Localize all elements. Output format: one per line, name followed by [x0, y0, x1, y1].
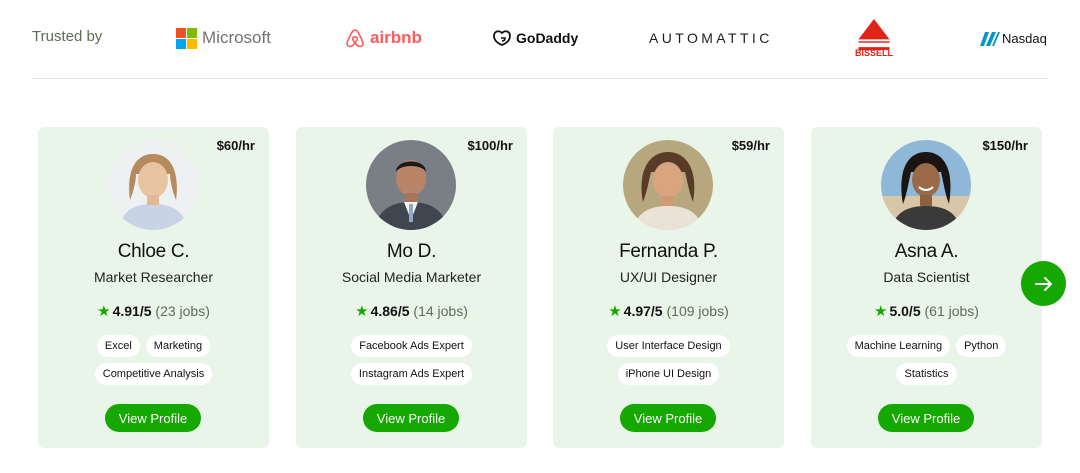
- freelancer-name: Mo D.: [386, 241, 437, 262]
- jobs-count: (109 jobs): [666, 303, 729, 319]
- skill-tag[interactable]: Statistics: [896, 363, 957, 385]
- skill-tag[interactable]: Excel: [96, 335, 140, 357]
- rating: ★ 5.0/5 (61 jobs): [811, 302, 1042, 320]
- skill-tags: Machine Learning Python Statistics: [819, 335, 1034, 385]
- rating-score: 4.91/5: [112, 303, 152, 319]
- godaddy-knot-icon: [493, 30, 511, 46]
- airbnb-belo-icon: [346, 29, 364, 48]
- hourly-rate: $100/hr: [467, 138, 513, 153]
- rating-score: 4.97/5: [623, 303, 663, 319]
- freelancer-card: $100/hr Mo D. Social Media Marketer ★ 4.8…: [296, 127, 527, 448]
- hourly-rate: $59/hr: [731, 138, 770, 153]
- freelancer-title: Data Scientist: [883, 269, 970, 285]
- freelancer-title: Social Media Marketer: [341, 269, 482, 285]
- automattic-logo: AUTOMATTIC: [649, 30, 773, 46]
- skill-tag[interactable]: Facebook Ads Expert: [351, 335, 472, 357]
- freelancer-card: $150/hr Asna A. Data Scientist ★ 5.0/5 (6…: [811, 127, 1042, 448]
- microsoft-logo: Microsoft: [176, 18, 271, 58]
- freelancer-title: Market Researcher: [93, 269, 214, 285]
- avatar: [108, 140, 198, 230]
- airbnb-logo: airbnb: [344, 18, 422, 58]
- skill-tag[interactable]: iPhone UI Design: [617, 363, 720, 385]
- skill-tags: Excel Marketing Competitive Analysis: [46, 335, 261, 385]
- avatar: [881, 140, 971, 230]
- microsoft-squares-icon: [176, 27, 197, 49]
- freelancer-name: Chloe C.: [117, 241, 190, 262]
- arrow-right-icon: [1034, 276, 1052, 291]
- freelancer-title: UX/UI Designer: [619, 269, 718, 285]
- skill-tags: Facebook Ads Expert Instagram Ads Expert: [304, 335, 519, 385]
- freelancer-card: $59/hr Fernanda P. UX/UI Designer ★ 4.97/…: [553, 127, 784, 448]
- freelancer-name: Asna A.: [894, 241, 959, 262]
- skill-tag[interactable]: Instagram Ads Expert: [350, 363, 473, 385]
- view-profile-button[interactable]: View Profile: [105, 404, 201, 432]
- jobs-count: (61 jobs): [924, 303, 979, 319]
- hourly-rate: $60/hr: [216, 138, 255, 153]
- hourly-rate: $150/hr: [982, 138, 1028, 153]
- star-icon: ★: [355, 303, 369, 320]
- view-profile-button[interactable]: View Profile: [620, 404, 716, 432]
- trusted-by-bar: Trusted by Microsoft airbnb GoDaddy AUTO…: [32, 0, 1048, 79]
- jobs-count: (14 jobs): [413, 303, 468, 319]
- rating-score: 4.86/5: [370, 303, 410, 319]
- skill-tags: User Interface Design iPhone UI Design: [561, 335, 776, 385]
- freelancer-name: Fernanda P.: [619, 241, 718, 262]
- star-icon: ★: [874, 303, 888, 320]
- skill-tag[interactable]: Machine Learning: [846, 335, 951, 357]
- rating: ★ 4.86/5 (14 jobs): [296, 302, 527, 320]
- skill-tag[interactable]: Competitive Analysis: [94, 363, 213, 385]
- view-profile-button[interactable]: View Profile: [363, 404, 459, 432]
- star-icon: ★: [97, 303, 111, 320]
- nasdaq-logo: Nasdaq: [978, 18, 1047, 58]
- rating: ★ 4.91/5 (23 jobs): [38, 302, 269, 320]
- star-icon: ★: [608, 303, 622, 320]
- rating: ★ 4.97/5 (109 jobs): [553, 302, 784, 320]
- rating-score: 5.0/5: [889, 303, 921, 319]
- avatar: [623, 140, 713, 230]
- avatar: [366, 140, 456, 230]
- skill-tag[interactable]: Python: [956, 335, 1007, 357]
- skill-tag[interactable]: Marketing: [145, 335, 211, 357]
- carousel-next-button[interactable]: [1021, 261, 1066, 306]
- view-profile-button[interactable]: View Profile: [878, 404, 974, 432]
- skill-tag[interactable]: User Interface Design: [607, 335, 730, 357]
- godaddy-logo: GoDaddy: [492, 18, 578, 58]
- bissell-triangle-icon: [858, 18, 890, 51]
- freelancer-card: $60/hr Chloe C. Market Researcher ★ 4.91/…: [38, 127, 269, 448]
- jobs-count: (23 jobs): [155, 303, 210, 319]
- trusted-by-label: Trusted by: [32, 28, 103, 45]
- bissell-logo: BISSELL: [854, 18, 894, 58]
- nasdaq-mark-icon: [980, 32, 1000, 46]
